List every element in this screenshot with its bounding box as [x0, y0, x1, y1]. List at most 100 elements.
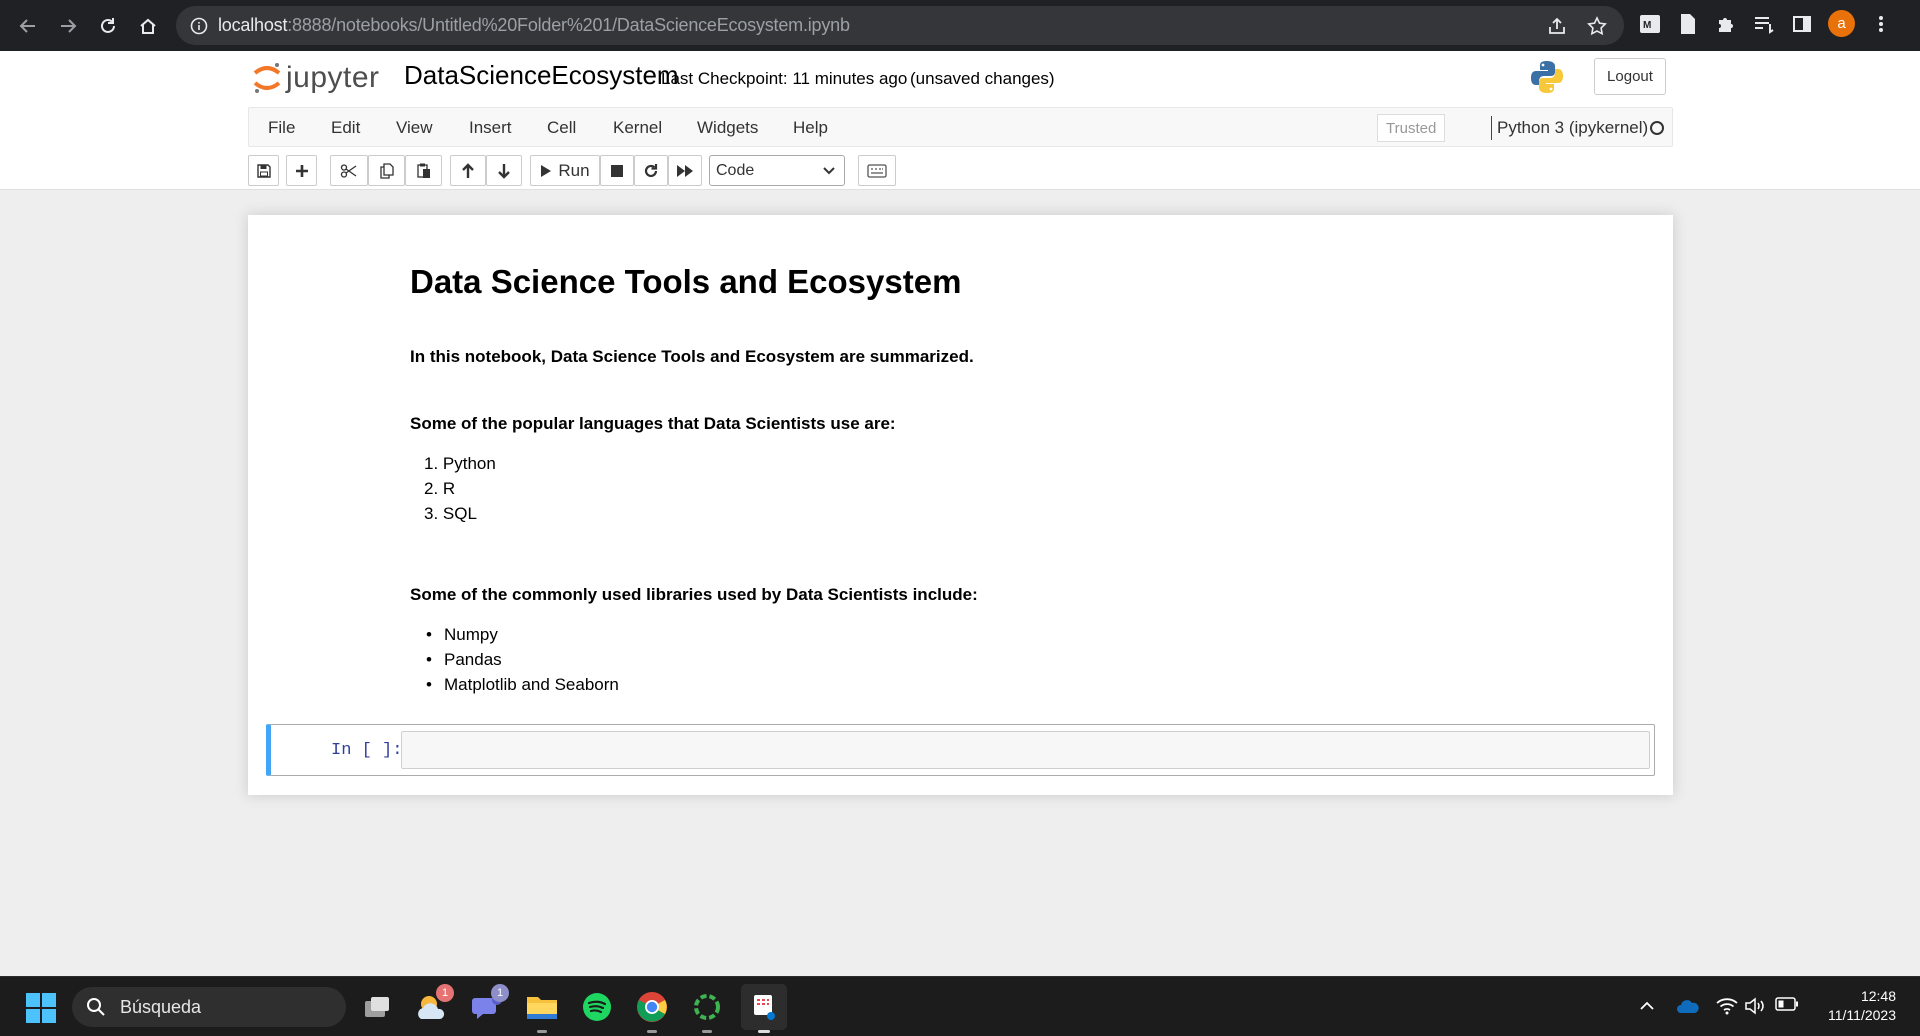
address-bar[interactable]: localhost:8888/notebooks/Untitled%20Fold… — [176, 6, 1624, 45]
bookmark-star-icon[interactable] — [1586, 15, 1608, 37]
libraries-list: Numpy Pandas Matplotlib and Seaborn — [426, 622, 619, 697]
jupyter-logo[interactable]: jupyter — [252, 61, 380, 95]
taskbar-search[interactable]: Búsqueda — [72, 987, 346, 1027]
plus-icon — [295, 164, 308, 177]
copy-icon — [379, 162, 394, 179]
spotify-icon[interactable] — [577, 987, 617, 1027]
menu-file[interactable]: File — [268, 118, 295, 138]
running-indicator — [758, 1030, 770, 1033]
libraries-heading[interactable]: Some of the commonly used libraries used… — [410, 585, 1610, 605]
back-icon[interactable] — [8, 6, 48, 46]
clock-date: 11/11/2023 — [1828, 1007, 1896, 1023]
share-icon[interactable] — [1546, 15, 1568, 37]
browser-toolbar: localhost:8888/notebooks/Untitled%20Fold… — [0, 0, 1920, 51]
notification-badge: 1 — [491, 984, 509, 1002]
jupyter-logo-icon — [253, 63, 281, 93]
stop-icon — [611, 164, 623, 177]
onedrive-cloud-icon[interactable] — [1676, 997, 1700, 1015]
jupyter-logo-text: jupyter — [286, 61, 380, 94]
notebook-title-heading[interactable]: Data Science Tools and Ecosystem — [410, 263, 1610, 301]
copy-button[interactable] — [368, 155, 405, 186]
fast-forward-icon — [677, 164, 693, 177]
menu-cell[interactable]: Cell — [547, 118, 576, 138]
menu-kernel[interactable]: Kernel — [613, 118, 662, 138]
list-item: 1. Python — [424, 454, 496, 473]
snipping-tool-icon[interactable] — [741, 984, 787, 1033]
paste-button[interactable] — [405, 155, 442, 186]
reload-icon[interactable] — [88, 6, 128, 46]
loading-app-icon[interactable] — [687, 987, 727, 1033]
document-extension-icon[interactable] — [1676, 12, 1700, 36]
save-icon — [256, 163, 271, 178]
side-panel-icon[interactable] — [1790, 12, 1814, 36]
paste-icon — [416, 163, 430, 178]
mendeley-extension-icon[interactable]: M — [1638, 12, 1662, 36]
browser-menu-icon[interactable] — [1869, 12, 1893, 36]
weather-widget-icon[interactable]: 1 — [412, 984, 454, 1027]
list-item: 3. SQL — [424, 504, 477, 523]
interrupt-kernel-button[interactable] — [600, 155, 634, 186]
profile-avatar[interactable]: a — [1828, 10, 1855, 37]
menu-bar: File Edit View Insert Cell Kernel Widget… — [248, 107, 1673, 147]
chevron-up-icon[interactable] — [1638, 997, 1656, 1015]
system-clock[interactable]: 12:48 11/11/2023 — [1828, 987, 1896, 1025]
command-palette-button[interactable] — [858, 155, 896, 186]
home-icon[interactable] — [128, 6, 168, 46]
restart-icon — [644, 163, 658, 177]
volume-icon[interactable] — [1744, 997, 1766, 1015]
languages-list: 1. Python 2. R 3. SQL — [424, 451, 496, 526]
list-item: Pandas — [426, 647, 619, 672]
windows-start-icon[interactable] — [26, 993, 56, 1023]
python-logo-icon — [1529, 59, 1565, 95]
keyboard-icon — [867, 163, 887, 178]
search-icon — [87, 998, 105, 1016]
restart-run-all-button[interactable] — [668, 155, 702, 186]
logout-button[interactable]: Logout — [1594, 58, 1666, 95]
code-cell[interactable]: In [ ]: — [266, 724, 1655, 776]
jupyter-header: jupyter DataScienceEcosystem Last Checkp… — [0, 51, 1920, 190]
windows-taskbar: Búsqueda 1 1 12:48 11/11/2023 — [0, 976, 1920, 1036]
url-text: localhost:8888/notebooks/Untitled%20Fold… — [218, 15, 850, 35]
run-button[interactable]: Run — [530, 155, 600, 186]
languages-heading[interactable]: Some of the popular languages that Data … — [410, 414, 1610, 434]
save-button[interactable] — [248, 155, 279, 186]
code-input[interactable] — [401, 731, 1650, 769]
kernel-name[interactable]: Python 3 (ipykernel) — [1497, 118, 1648, 138]
cut-button[interactable] — [330, 155, 368, 186]
site-info-icon[interactable] — [190, 17, 208, 35]
teams-chat-icon[interactable]: 1 — [467, 984, 509, 1027]
cell-type-select[interactable]: Code — [709, 155, 845, 186]
notebook-name[interactable]: DataScienceEcosystem — [404, 60, 679, 91]
menu-view[interactable]: View — [396, 118, 433, 138]
reading-list-icon[interactable] — [1752, 12, 1776, 36]
notification-badge: 1 — [436, 984, 454, 1002]
extensions-puzzle-icon[interactable] — [1714, 12, 1738, 36]
menu-help[interactable]: Help — [793, 118, 828, 138]
battery-icon[interactable] — [1775, 997, 1799, 1011]
move-down-button[interactable] — [486, 155, 522, 186]
arrow-down-icon — [498, 163, 510, 179]
menu-edit[interactable]: Edit — [331, 118, 360, 138]
menu-insert[interactable]: Insert — [469, 118, 512, 138]
running-indicator — [537, 1030, 547, 1033]
chevron-down-icon — [823, 167, 835, 175]
insert-cell-button[interactable] — [286, 155, 317, 186]
chrome-icon[interactable] — [632, 987, 672, 1033]
move-up-button[interactable] — [450, 155, 486, 186]
menu-widgets[interactable]: Widgets — [697, 118, 758, 138]
input-prompt: In [ ]: — [331, 741, 403, 760]
scissors-icon — [340, 163, 357, 178]
list-item: 2. R — [424, 479, 456, 498]
task-view-icon[interactable] — [357, 987, 397, 1027]
trusted-badge[interactable]: Trusted — [1377, 114, 1446, 142]
forward-icon[interactable] — [48, 6, 88, 46]
search-placeholder: Búsqueda — [120, 996, 202, 1017]
restart-kernel-button[interactable] — [634, 155, 668, 186]
running-indicator — [702, 1030, 712, 1033]
arrow-up-icon — [462, 162, 474, 178]
file-explorer-icon[interactable] — [522, 987, 562, 1033]
intro-paragraph[interactable]: In this notebook, Data Science Tools and… — [410, 347, 1610, 367]
wifi-icon[interactable] — [1716, 997, 1738, 1015]
play-icon — [541, 164, 552, 177]
svg-text:M: M — [1643, 20, 1651, 31]
